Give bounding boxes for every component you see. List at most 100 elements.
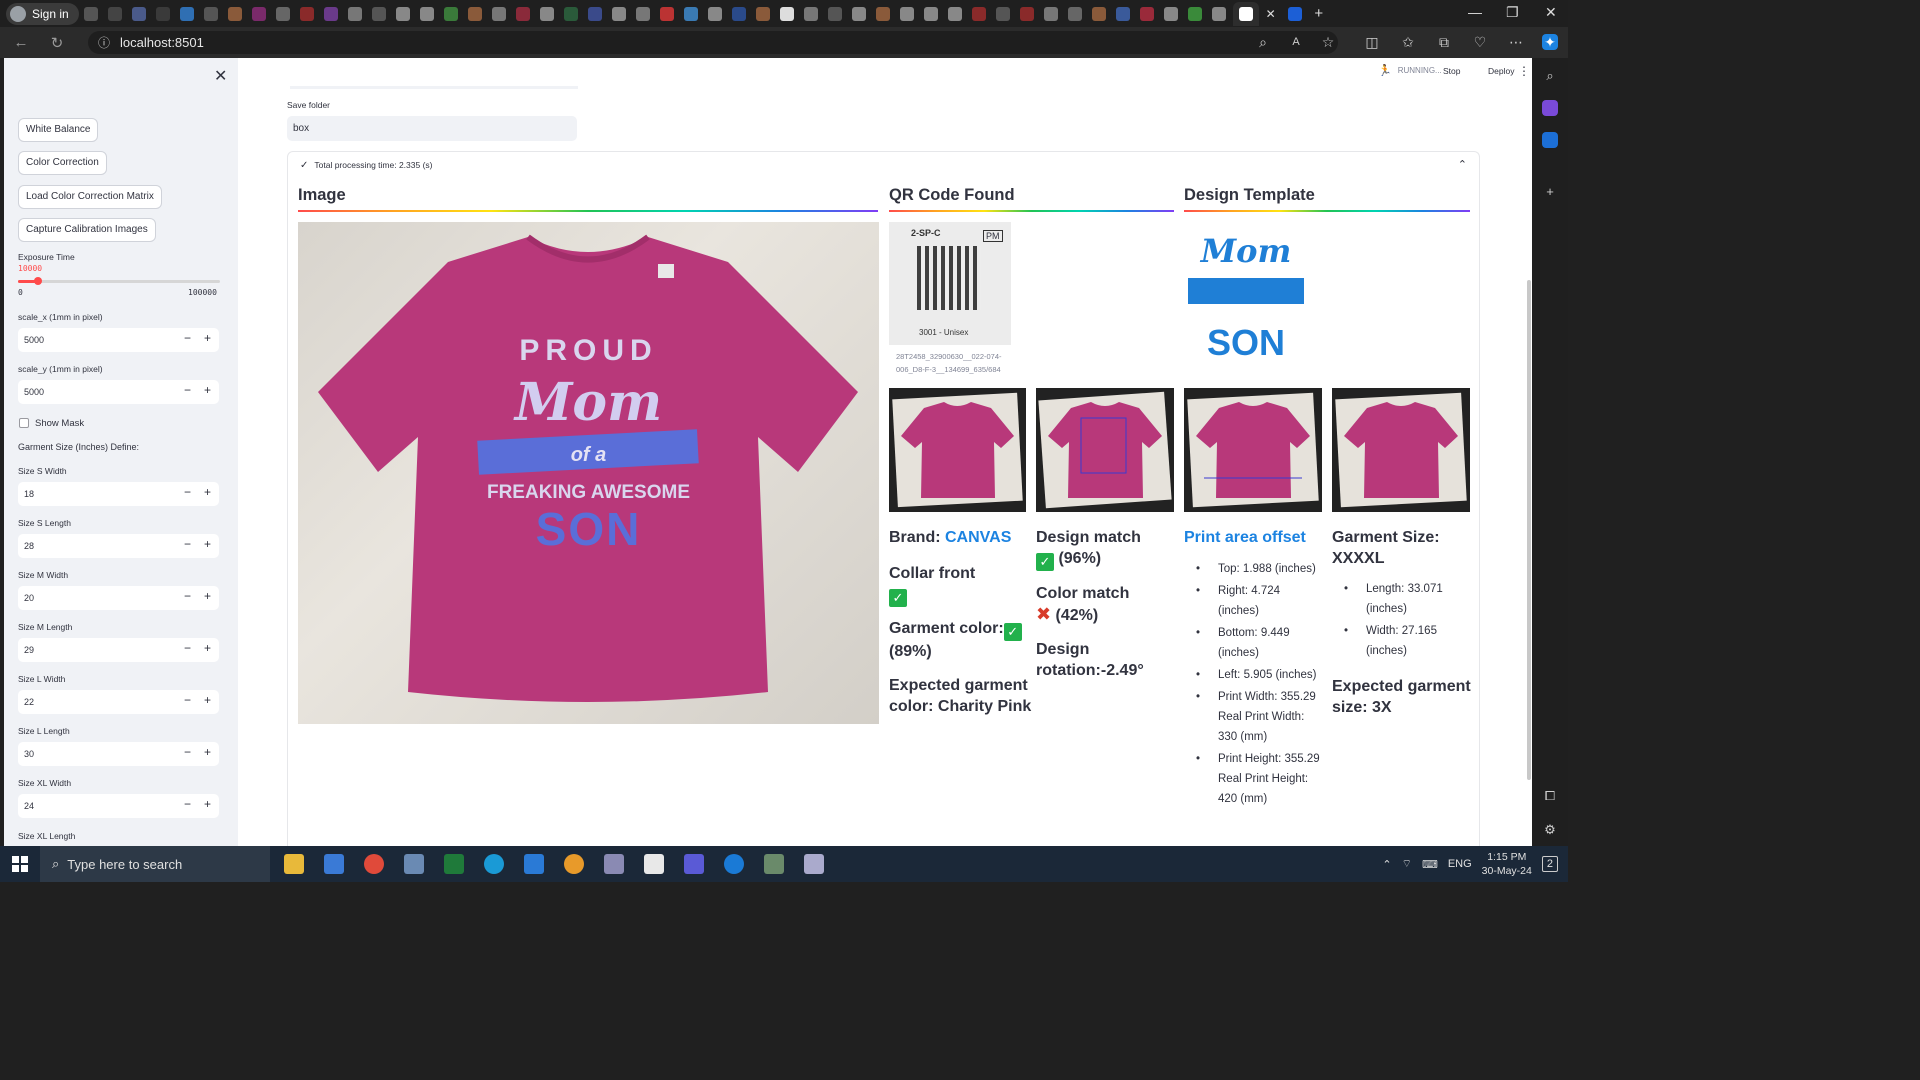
tab-favicon[interactable]: [419, 6, 434, 21]
tab-favicon[interactable]: [755, 6, 770, 21]
tab-favicon[interactable]: [1287, 6, 1302, 21]
increment-button[interactable]: +: [204, 693, 211, 707]
expander-header[interactable]: ✓ Total processing time: 2.335 (s): [300, 160, 433, 171]
decrement-button[interactable]: −: [184, 537, 191, 551]
load-color-correction-matrix-button[interactable]: Load Color Correction Matrix: [18, 185, 162, 209]
tab-favicon[interactable]: [923, 6, 938, 21]
tab-favicon[interactable]: [683, 6, 698, 21]
tab-favicon[interactable]: [1115, 6, 1130, 21]
settings-icon[interactable]: ⚙: [1542, 822, 1558, 838]
tab-favicon[interactable]: [491, 6, 506, 21]
search-icon[interactable]: ⌕: [1542, 68, 1558, 84]
teams-icon[interactable]: [684, 854, 704, 874]
tab-favicon[interactable]: [827, 6, 842, 21]
decrement-button[interactable]: −: [184, 331, 191, 345]
favorites-icon[interactable]: ✩: [1400, 34, 1416, 50]
screenshot-icon[interactable]: ⧠: [1542, 788, 1558, 804]
info-icon[interactable]: ⓘ: [98, 34, 110, 51]
tab-favicon[interactable]: [1067, 6, 1082, 21]
increment-button[interactable]: +: [204, 797, 211, 811]
tab-favicon[interactable]: [707, 6, 722, 21]
app-icon[interactable]: [404, 854, 424, 874]
tab-favicon[interactable]: [539, 6, 554, 21]
size-input[interactable]: 24 − +: [18, 794, 219, 818]
workspaces-icon[interactable]: [83, 6, 98, 21]
app-icon[interactable]: [644, 854, 664, 874]
home-assistant-icon[interactable]: [564, 854, 584, 874]
notification-icon[interactable]: 2: [1541, 856, 1558, 872]
chrome-icon[interactable]: [364, 854, 384, 874]
tab-favicon[interactable]: [947, 6, 962, 21]
tab-favicon[interactable]: [275, 6, 290, 21]
tab-favicon[interactable]: [1211, 6, 1226, 21]
copilot-app-icon[interactable]: [1542, 100, 1558, 116]
scale-y-input[interactable]: 5000 − +: [18, 380, 219, 404]
increment-button[interactable]: +: [204, 537, 211, 551]
tab-favicon[interactable]: [347, 6, 362, 21]
add-icon[interactable]: +: [1542, 184, 1558, 200]
restore-icon[interactable]: ❐: [1506, 4, 1519, 21]
tab-favicon[interactable]: [563, 6, 578, 21]
color-correction-button[interactable]: Color Correction: [18, 151, 107, 175]
tab-favicon[interactable]: [515, 6, 530, 21]
keyboard-icon[interactable]: ⌨: [1422, 858, 1438, 871]
tab-favicon[interactable]: [1163, 6, 1178, 21]
tab-favicon[interactable]: [971, 6, 986, 21]
edge-icon[interactable]: [484, 854, 504, 874]
size-input[interactable]: 18 − +: [18, 482, 219, 506]
profile-button[interactable]: Sign in: [6, 2, 79, 25]
tab-favicon[interactable]: [179, 6, 194, 21]
read-aloud-icon[interactable]: A: [1288, 34, 1304, 50]
tab-favicon[interactable]: [635, 6, 650, 21]
new-tab-icon[interactable]: +: [1312, 6, 1326, 21]
deploy-button[interactable]: Deploy: [1488, 66, 1514, 76]
tab-favicon[interactable]: [227, 6, 242, 21]
decrement-button[interactable]: −: [184, 641, 191, 655]
wifi-icon[interactable]: ⌔: [1402, 857, 1412, 871]
split-screen-icon[interactable]: ◫: [1364, 34, 1380, 50]
tab-favicon[interactable]: [1043, 6, 1058, 21]
tab-favicon[interactable]: [1091, 6, 1106, 21]
tab-favicon[interactable]: [131, 6, 146, 21]
increment-button[interactable]: +: [204, 485, 211, 499]
tab-favicon[interactable]: [299, 6, 314, 21]
decrement-button[interactable]: −: [184, 383, 191, 397]
more-icon[interactable]: ⋯: [1508, 34, 1524, 50]
size-input[interactable]: 20 − +: [18, 586, 219, 610]
tab-favicon[interactable]: [875, 6, 890, 21]
active-tab[interactable]: [1232, 1, 1259, 26]
language-indicator[interactable]: ENG: [1448, 858, 1472, 870]
app-icon[interactable]: [804, 854, 824, 874]
scrollbar[interactable]: [1527, 280, 1531, 780]
slider-thumb[interactable]: [34, 277, 43, 285]
exposure-slider[interactable]: [18, 277, 220, 285]
increment-button[interactable]: +: [204, 331, 211, 345]
tab-favicon[interactable]: [899, 6, 914, 21]
tab-favicon[interactable]: [1139, 6, 1154, 21]
taskbar-search[interactable]: ⌕ Type here to search: [40, 846, 270, 882]
start-button[interactable]: [0, 846, 40, 882]
tab-favicon[interactable]: [731, 6, 746, 21]
decrement-button[interactable]: −: [184, 745, 191, 759]
url-field[interactable]: ⓘ localhost:8501: [88, 31, 1338, 54]
tab-favicon[interactable]: [803, 6, 818, 21]
tab-favicon[interactable]: [659, 6, 674, 21]
increment-button[interactable]: +: [204, 383, 211, 397]
tab-favicon[interactable]: [323, 6, 338, 21]
increment-button[interactable]: +: [204, 745, 211, 759]
size-input[interactable]: 22 − +: [18, 690, 219, 714]
close-window-icon[interactable]: ✕: [1545, 4, 1557, 21]
clock[interactable]: 1:15 PM 30-May-24: [1482, 850, 1532, 878]
tab-favicon[interactable]: [395, 6, 410, 21]
store-icon[interactable]: [324, 854, 344, 874]
decrement-button[interactable]: −: [184, 485, 191, 499]
tab-favicon[interactable]: [779, 6, 794, 21]
tab-favicon[interactable]: [851, 6, 866, 21]
main-menu-icon[interactable]: ⋮: [1518, 64, 1530, 78]
app-icon[interactable]: [604, 854, 624, 874]
close-tab-icon[interactable]: ✕: [1264, 7, 1278, 21]
chevron-up-icon[interactable]: ⌃: [1382, 858, 1391, 871]
tab-favicon[interactable]: [467, 6, 482, 21]
close-sidebar-icon[interactable]: ✕: [214, 66, 227, 86]
white-balance-button[interactable]: White Balance: [18, 118, 99, 142]
